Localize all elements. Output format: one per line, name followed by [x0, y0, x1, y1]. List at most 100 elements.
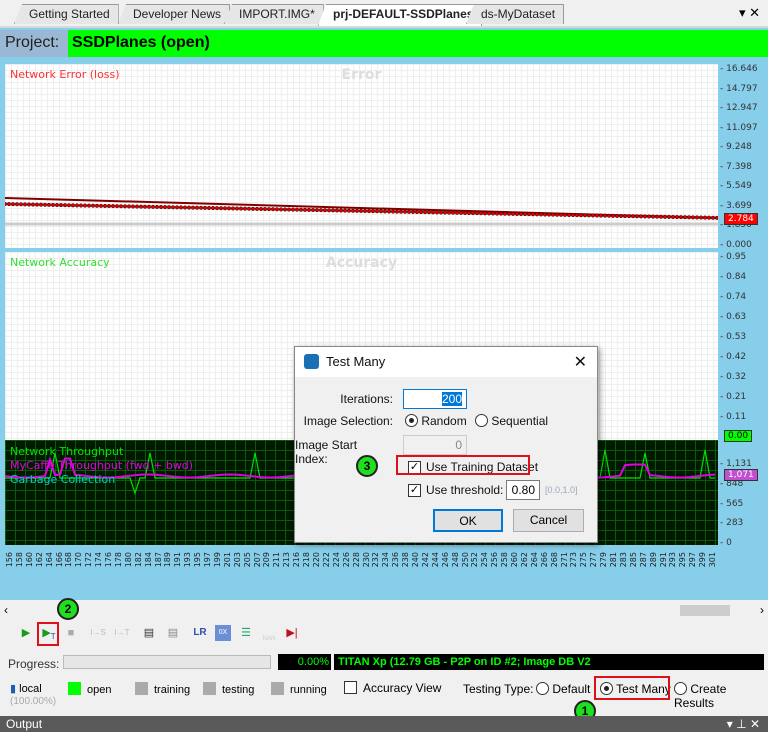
x-tick-label: 226 [341, 552, 351, 568]
y-tick-label: - 7.398 [720, 161, 752, 172]
step-s-icon[interactable]: I→S [90, 625, 106, 641]
error-point [374, 209, 380, 214]
iterations-label: Iterations: [340, 392, 393, 406]
network-refresh-icon[interactable]: ▤ [165, 625, 181, 641]
x-tick-label: 279 [599, 552, 609, 568]
x-tick-label: 238 [401, 552, 411, 568]
x-tick-label: 191 [173, 552, 183, 568]
error-point [562, 212, 568, 217]
output-controls[interactable]: ▾ ⊥ ✕ [727, 717, 760, 731]
x-tick-label: 170 [74, 552, 84, 568]
network-icon[interactable]: ▤ [141, 625, 157, 641]
threshold-range: [0.0,1.0] [545, 485, 578, 495]
create-results-radio[interactable]: Create Results [674, 682, 768, 710]
error-point [170, 205, 176, 210]
stop-icon[interactable]: ■ [63, 625, 79, 641]
y-tick-label: - 0.63 [720, 312, 747, 322]
sequential-radio[interactable]: Sequential [475, 414, 548, 428]
error-point [434, 210, 440, 215]
threshold-input[interactable]: 0.80 [506, 480, 540, 500]
error-point [486, 211, 492, 216]
x-tick-label: 182 [133, 552, 143, 568]
error-point [430, 210, 436, 215]
horizontal-scrollbar[interactable]: ‹ › [0, 603, 768, 618]
error-point [202, 205, 208, 210]
accuracy-view-checkbox[interactable]: Accuracy View [344, 681, 441, 695]
default-radio[interactable]: Default [536, 682, 590, 696]
ok-button[interactable]: OK [433, 509, 503, 532]
tab-developer-news[interactable]: Developer News [118, 4, 231, 24]
error-point [322, 208, 328, 213]
error-point [18, 202, 24, 207]
project-name: SSDPlanes (open) [72, 34, 210, 51]
error-point [222, 206, 228, 211]
use-threshold-checkbox[interactable]: ✓ [408, 484, 421, 497]
error-point [638, 214, 644, 219]
error-point [570, 212, 576, 218]
lr-button[interactable]: LR [192, 625, 208, 641]
x-tick-label: 213 [282, 552, 292, 568]
error-point [458, 210, 464, 215]
x-tick-label: 193 [183, 552, 193, 568]
x-tick-label: 172 [84, 552, 94, 568]
error-point [610, 213, 616, 218]
tab-import-img[interactable]: IMPORT.IMG* [224, 4, 324, 24]
error-point [650, 214, 656, 219]
error-point [478, 211, 484, 216]
tab-prj-default-ssdplanes[interactable]: prj-DEFAULT-SSDPlanes [318, 4, 483, 26]
x-tick-label: 291 [658, 552, 668, 568]
error-point [298, 207, 304, 212]
error-point [710, 215, 716, 220]
x-tick-label: 271 [559, 552, 569, 568]
x-tick-label: 162 [34, 552, 44, 568]
y-tick-label: - 0.32 [720, 372, 747, 382]
x-tick-label: 195 [193, 552, 203, 568]
error-point [626, 214, 632, 219]
error-point [106, 203, 112, 209]
close-tab-icon[interactable]: ✕ [749, 5, 760, 20]
weights-icon[interactable]: 0X [215, 625, 231, 641]
x-tick-label: 289 [648, 552, 658, 568]
tab-getting-started[interactable]: Getting Started [14, 4, 119, 24]
test-many-dialog: Test Many ✕ Iterations: 200 Image Select… [294, 346, 598, 543]
x-tick-label: 209 [262, 552, 272, 568]
dialog-close-icon[interactable]: ✕ [574, 352, 587, 372]
error-point [498, 211, 504, 216]
abort-icon[interactable]: ▶| [284, 625, 300, 641]
iterations-input[interactable]: 200 [403, 389, 467, 409]
run-icon[interactable]: ▶ [18, 625, 34, 641]
start-index-input[interactable]: 0 [403, 435, 467, 455]
error-point [646, 214, 652, 219]
y-tick-label: - 565 [720, 498, 744, 509]
error-point [146, 204, 152, 209]
error-point [602, 213, 608, 218]
scrollbar-thumb[interactable] [680, 605, 730, 616]
error-point [366, 209, 372, 214]
error-point [78, 203, 84, 208]
tab-ds-mydataset[interactable]: ds-MyDataset [466, 4, 565, 24]
error-point [158, 204, 164, 210]
layers-icon[interactable]: ☰ [238, 625, 254, 641]
y-tick-label: - 16.646 [720, 64, 758, 74]
error-point [318, 208, 324, 213]
error-current-tag: 2.784 [724, 213, 758, 225]
scroll-left-icon[interactable]: ‹ [4, 603, 8, 617]
nan-button[interactable]: NAN [261, 625, 277, 642]
tab-dropdown-icon[interactable]: ▾ [739, 5, 746, 20]
cancel-button[interactable]: Cancel [513, 509, 584, 532]
random-radio[interactable]: Random [405, 414, 467, 428]
x-tick-label: 166 [54, 552, 64, 568]
scroll-right-icon[interactable]: › [760, 603, 764, 617]
x-tick-label: 262 [519, 552, 529, 568]
error-point [346, 208, 352, 213]
error-point [246, 206, 252, 211]
error-point [614, 213, 620, 218]
x-tick-label: 176 [104, 552, 114, 568]
training-indicator: training [135, 682, 190, 696]
output-panel-header: Output ▾ ⊥ ✕ [0, 716, 768, 732]
y-tick-label: - 0.42 [720, 352, 747, 362]
error-point [262, 207, 268, 212]
error-point [254, 206, 260, 211]
x-tick-label: 222 [321, 552, 331, 568]
step-t-icon[interactable]: I→T [114, 625, 130, 641]
